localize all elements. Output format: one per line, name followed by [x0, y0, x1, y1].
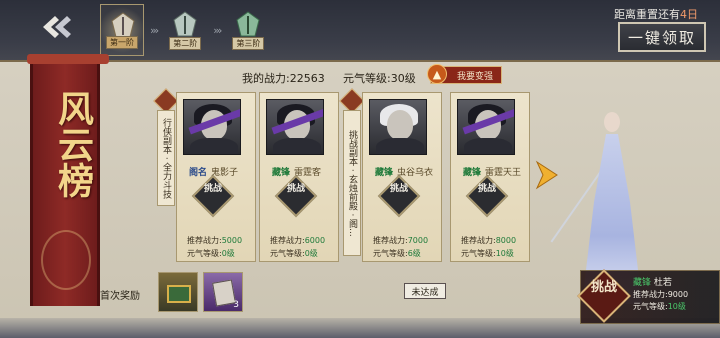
stage-arrows-icon: ››› [213, 23, 222, 37]
category-strip-2: 挑战副本 · 玄烛前殿 · 阁... [343, 110, 361, 256]
opponent-name: 雷霆天王 [485, 168, 522, 178]
recommended-power: 推荐战力:8000 [461, 236, 517, 245]
banner-title: 风云榜 [52, 90, 94, 198]
back-button[interactable] [36, 12, 80, 42]
hero-challenge-card[interactable]: 挑战 藏锋 杜若 推荐战力:9000 元气等级:10级 [577, 269, 720, 324]
stage-arrows-icon: ››› [150, 23, 159, 37]
back-arrow-icon [43, 16, 71, 38]
recommended-power: 推荐战力:6000 [270, 236, 326, 245]
up-arrow-icon: ▲ [427, 64, 447, 84]
opponent-card-1[interactable]: 阁名 鬼影子 挑战 推荐战力:5000 元气等级:0级 [176, 92, 256, 262]
my-level: 元气等级:30级 [343, 72, 416, 85]
stage-tab-label: 第一阶 [106, 36, 138, 49]
reset-days: 4日 [680, 8, 698, 21]
hero-name-row: 藏锋 杜若 [633, 275, 672, 288]
category-strip-1: 行侠副本 · 全力斗技 [157, 110, 175, 206]
title-banner: 风云榜 [27, 54, 109, 306]
recommended-power: 推荐战力:7000 [373, 236, 429, 245]
opponent-portrait [266, 99, 324, 155]
stage-emblem-icon [173, 11, 197, 37]
strengthen-label: 我要变强 [456, 71, 493, 82]
opponent-card-3[interactable]: 藏锋 虫谷乌衣 挑战 推荐战力:7000 元气等级:6级 [362, 92, 442, 262]
opponent-name: 虫谷乌衣 [397, 168, 434, 178]
opponent-card-2[interactable]: 藏锋 雷霆客 挑战 推荐战力:6000 元气等级:0级 [259, 92, 339, 262]
next-page-arrow-icon[interactable] [533, 160, 559, 190]
opponent-tag: 藏锋 [272, 168, 291, 178]
opponent-portrait [457, 99, 515, 155]
hero-tag: 藏锋 [633, 278, 652, 288]
reward-item-chest[interactable] [158, 272, 198, 312]
stage-tab-3[interactable]: 第三阶 [226, 4, 270, 56]
required-level: 元气等级:0级 [270, 249, 318, 258]
opponent-card-4[interactable]: 藏锋 雷霆天王 挑战 推荐战力:8000 元气等级:10级 [450, 92, 530, 262]
stage-tab-label: 第二阶 [169, 37, 202, 50]
challenge-button[interactable]: 挑战 [472, 183, 502, 213]
opponent-name-row: 藏锋 雷霆天王 [463, 165, 521, 178]
strengthen-button[interactable]: ▲ 我要变强 [427, 64, 502, 84]
reward-item-book[interactable]: 3 [203, 272, 243, 312]
challenge-button[interactable]: 挑战 [281, 183, 311, 213]
first-reward-label: 首次奖励 [100, 291, 140, 302]
recommended-power: 推荐战力:5000 [187, 236, 243, 245]
stage-tab-2[interactable]: 第二阶 [163, 4, 207, 56]
hero-required-level: 元气等级:10级 [633, 302, 686, 311]
opponent-tag: 藏锋 [375, 168, 394, 178]
top-bar: 第一阶 ››› 第二阶 ››› 第三阶 距离重置还有4日 一键领取 [0, 0, 720, 62]
required-level: 元气等级:10级 [461, 249, 514, 258]
stage-tab-label: 第三阶 [232, 37, 265, 50]
challenge-button[interactable]: 挑战 [198, 183, 228, 213]
reward-status-button[interactable]: 未达成 [404, 283, 446, 299]
my-power: 我的战力:22563 [242, 72, 325, 85]
reset-prefix: 距离重置还有 [614, 8, 680, 21]
opponent-portrait [369, 99, 427, 155]
stage-tab-1[interactable]: 第一阶 [100, 4, 144, 56]
hero-recommended-power: 推荐战力:9000 [633, 290, 689, 299]
opponent-name-row: 藏锋 虫谷乌衣 [375, 165, 433, 178]
required-level: 元气等级:6级 [373, 249, 421, 258]
hero-name: 杜若 [653, 278, 672, 288]
reset-countdown: 距离重置还有4日 [614, 6, 698, 22]
opponent-tag: 藏锋 [463, 168, 482, 178]
reward-qty: 3 [233, 300, 239, 310]
claim-all-button[interactable]: 一键领取 [618, 22, 706, 52]
stage-tabs: 第一阶 ››› 第二阶 ››› 第三阶 [100, 4, 270, 56]
banner-swirl-decoration [41, 230, 91, 290]
treasure-chest-icon [167, 285, 191, 303]
opponent-portrait [183, 99, 241, 155]
stage-emblem-icon [236, 11, 260, 37]
opponent-tag: 阁名 [189, 168, 208, 178]
challenge-button[interactable]: 挑战 [384, 183, 414, 213]
required-level: 元气等级:0级 [187, 249, 235, 258]
hero-challenge-button[interactable]: 挑战 [585, 279, 623, 317]
